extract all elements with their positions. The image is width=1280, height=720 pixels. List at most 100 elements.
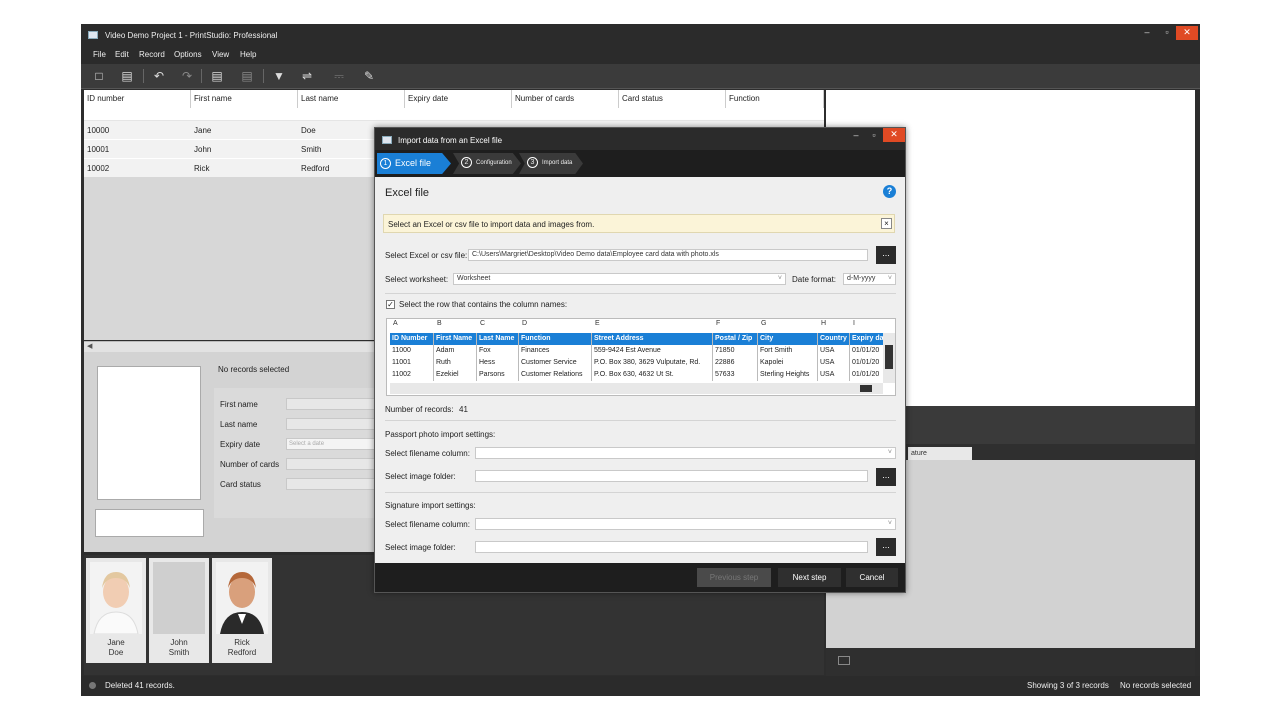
preview-horizontal-scrollbar[interactable] xyxy=(390,383,883,394)
filter-row[interactable] xyxy=(84,108,824,121)
date-format-select[interactable]: d-M-yyyy ˅ xyxy=(843,273,896,285)
column-header[interactable]: First name xyxy=(191,90,298,108)
new-record-icon[interactable]: □ xyxy=(91,69,107,83)
menu-help[interactable]: Help xyxy=(240,50,256,59)
preview-cell: Postal / Zip xyxy=(713,333,758,345)
dialog-maximize-button[interactable]: ▫ xyxy=(863,129,885,143)
column-header[interactable]: Function xyxy=(726,90,824,108)
next-step-button[interactable]: Next step xyxy=(778,568,841,587)
edit-layout-icon[interactable]: ✎ xyxy=(361,69,377,83)
worksheet-select[interactable]: Worksheet ˅ xyxy=(453,273,786,285)
step-import-data[interactable]: 3 Import data xyxy=(519,153,583,174)
dialog-title-bar: Import data from an Excel file – ▫ ✕ xyxy=(375,128,905,150)
browse-passport-folder-button[interactable]: ... xyxy=(876,468,896,486)
printer-icon[interactable]: ⎓ xyxy=(331,69,347,83)
column-header[interactable]: Last name xyxy=(298,90,405,108)
preview-vertical-scrollbar[interactable] xyxy=(883,333,895,383)
thumbnail-card[interactable]: Jane Doe xyxy=(86,558,146,663)
preview-header-row[interactable]: ID Number First Name Last Name Function … xyxy=(390,333,883,345)
cell-last-name: Smith xyxy=(301,145,322,154)
cell-first-name: Rick xyxy=(194,164,210,173)
camera-icon[interactable] xyxy=(838,656,850,665)
browse-file-button[interactable]: ... xyxy=(876,246,896,264)
passport-folder-input[interactable] xyxy=(475,470,868,482)
preview-cell: Expiry da xyxy=(852,335,883,342)
browse-signature-folder-button[interactable]: ... xyxy=(876,538,896,556)
minimize-button[interactable]: – xyxy=(1136,26,1158,40)
menu-file[interactable]: File xyxy=(93,50,106,59)
open-folder-icon[interactable]: ▤ xyxy=(119,69,135,83)
thumbnail-card[interactable]: Rick Redford xyxy=(212,558,272,663)
redo-icon[interactable]: ↷ xyxy=(179,69,195,83)
signature-filename-select[interactable]: ˅ xyxy=(475,518,896,530)
previous-step-button[interactable]: Previous step xyxy=(697,568,771,587)
column-header[interactable]: ID number xyxy=(84,90,191,108)
preview-cell: Fox xyxy=(477,345,519,357)
column-header[interactable]: Expiry date xyxy=(405,90,512,108)
signature-placeholder[interactable] xyxy=(95,509,204,537)
column-header[interactable]: Number of cards xyxy=(512,90,619,108)
signature-folder-input[interactable] xyxy=(475,541,868,553)
window-title: Video Demo Project 1 - PrintStudio: Prof… xyxy=(105,31,278,40)
filename-column-label: Select filename column: xyxy=(385,449,470,458)
scroll-left-icon[interactable]: ◀ xyxy=(87,342,92,350)
passport-filename-select[interactable]: ˅ xyxy=(475,447,896,459)
field-label: Number of cards xyxy=(220,460,280,469)
thumbnail-card[interactable]: John Smith xyxy=(149,558,209,663)
menu-record[interactable]: Record xyxy=(139,50,165,59)
dialog-icon xyxy=(382,136,392,144)
title-bar: Video Demo Project 1 - PrintStudio: Prof… xyxy=(81,24,1200,46)
status-message: Deleted 41 records. xyxy=(105,681,175,690)
cell-last-name: Redford xyxy=(301,164,330,173)
help-icon[interactable]: ? xyxy=(883,185,896,198)
preview-row[interactable]: 11002 Ezekiel Parsons Customer Relations… xyxy=(390,369,883,381)
maximize-button[interactable]: ▫ xyxy=(1156,26,1178,40)
preview-row[interactable]: 11001 Ruth Hess Customer Service P.O. Bo… xyxy=(390,357,883,369)
dialog-close-button[interactable]: ✕ xyxy=(883,128,905,142)
photo-placeholder[interactable] xyxy=(97,366,201,500)
preview-row[interactable]: 11000 Adam Fox Finances 559-9424 Est Ave… xyxy=(390,345,883,357)
menu-view[interactable]: View xyxy=(212,50,229,59)
card-print-icon[interactable]: ▤ xyxy=(209,69,225,83)
dialog-heading: Excel file xyxy=(385,187,430,199)
tab-signature[interactable]: ature xyxy=(908,447,972,460)
menu-options[interactable]: Options xyxy=(174,50,202,59)
chevron-down-icon: ˅ xyxy=(887,449,892,456)
column-header[interactable]: Card status xyxy=(619,90,726,108)
app-icon xyxy=(88,31,98,39)
wizard-steps: 1 Excel file 2 Configuration 3 Import data xyxy=(375,150,905,177)
column-letter: I xyxy=(853,320,855,327)
header-row-checkbox[interactable]: ✓ xyxy=(386,300,395,309)
excel-preview-table[interactable]: A B C D E F G H I ID Number First Name L… xyxy=(386,318,896,396)
thumbnail-name: John Smith xyxy=(168,638,190,657)
preview-cell: USA xyxy=(818,357,850,369)
card-encode-icon[interactable]: ▤ xyxy=(239,69,255,83)
passport-section-label: Passport photo import settings: xyxy=(385,430,496,439)
portrait-image xyxy=(90,562,142,634)
step-configuration[interactable]: 2 Configuration xyxy=(453,153,521,174)
chevron-down-icon: ˅ xyxy=(777,275,782,282)
preview-cell: 11000 xyxy=(390,345,434,357)
column-letter: C xyxy=(480,320,486,327)
preview-cell: 11001 xyxy=(390,357,434,369)
scrollbar-thumb[interactable] xyxy=(860,385,872,392)
close-button[interactable]: ✕ xyxy=(1176,26,1198,40)
image-panel-toolbar xyxy=(826,648,1195,676)
preview-cell: City xyxy=(758,333,818,345)
menu-edit[interactable]: Edit xyxy=(115,50,129,59)
step-excel-file[interactable]: 1 Excel file xyxy=(377,153,451,174)
scrollbar-thumb[interactable] xyxy=(885,345,893,369)
filter-icon[interactable]: ▼ xyxy=(271,69,287,83)
preview-cell: Parsons xyxy=(477,369,519,381)
cancel-button[interactable]: Cancel xyxy=(846,568,898,587)
preview-cell: USA xyxy=(818,345,850,357)
cell-id: 10001 xyxy=(87,145,110,154)
file-path-input[interactable]: C:\Users\Margriet\Desktop\Video Demo dat… xyxy=(468,249,868,261)
portrait-image xyxy=(216,562,268,634)
preview-cell: First Name xyxy=(434,333,477,345)
undo-icon[interactable]: ↶ xyxy=(151,69,167,83)
close-icon[interactable]: × xyxy=(881,218,892,229)
link-icon[interactable]: ⇌ xyxy=(299,69,315,83)
preview-cell: Customer Service xyxy=(519,357,592,369)
toolbar-separator xyxy=(201,69,202,83)
